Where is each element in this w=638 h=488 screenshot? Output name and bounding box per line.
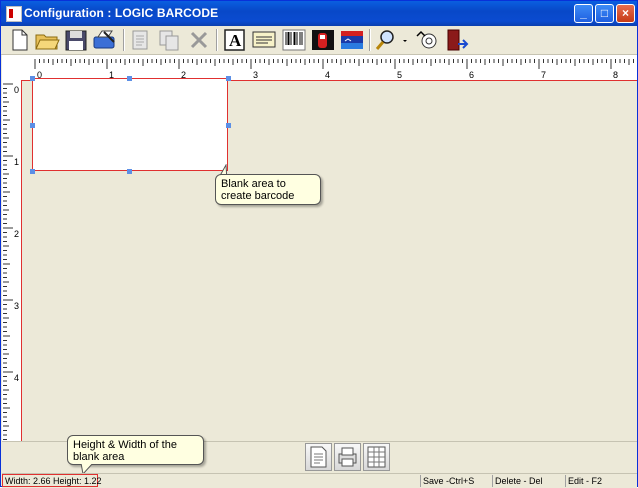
print-setup-icon (93, 30, 115, 49)
new-button[interactable] (7, 28, 33, 52)
title-bar[interactable]: Configuration : LOGIC BARCODE _ □ × (1, 1, 637, 26)
image-tool-icon (341, 31, 363, 49)
close-icon: × (621, 6, 629, 20)
status-delete-shortcut: Delete - Del (492, 475, 562, 487)
ruler-label: 0 (14, 85, 19, 95)
resize-handle-bottom-left[interactable] (30, 169, 35, 174)
toolbar-separator (216, 29, 218, 51)
text-tool-button[interactable]: A (222, 28, 248, 52)
svg-text:A: A (229, 31, 242, 50)
print-setup-button[interactable] (92, 28, 118, 52)
ruler-label: 2 (14, 229, 19, 239)
zoom-button[interactable] (374, 28, 407, 52)
print-preview-button[interactable] (334, 443, 361, 471)
blank-area-callout: Blank area to create barcode (215, 174, 321, 205)
graphic-tool-button[interactable] (310, 28, 336, 52)
pan-button[interactable] (414, 28, 440, 52)
resize-handle-right[interactable] (226, 123, 231, 128)
minimize-button[interactable]: _ (574, 4, 593, 23)
exit-button[interactable] (444, 28, 470, 52)
copy-button[interactable] (128, 28, 154, 52)
resize-handle-bottom[interactable] (127, 169, 132, 174)
zoom-icon (375, 30, 407, 50)
new-icon (12, 29, 28, 51)
blank-area-callout-text: Blank area to create barcode (221, 178, 295, 202)
save-button[interactable] (63, 28, 89, 52)
duplicate-button[interactable] (157, 28, 183, 52)
ruler-label: 7 (541, 70, 546, 80)
label-tool-icon (252, 31, 276, 48)
exit-door-icon (447, 29, 469, 51)
text-tool-icon: A (224, 29, 245, 51)
toolbar-separator (369, 29, 371, 51)
ruler-label: 6 (469, 70, 474, 80)
resize-handle-top[interactable] (127, 76, 132, 81)
delete-button[interactable] (186, 28, 212, 52)
vertical-ruler: 0 1 2 3 4 (2, 80, 22, 441)
status-save-shortcut: Save -Ctrl+S (420, 475, 490, 487)
page-view-button[interactable] (305, 443, 332, 471)
status-dimensions: Width: 2.66 Height: 1.22 (2, 474, 102, 487)
graphic-tool-icon (312, 30, 334, 50)
horizontal-ruler-scale: 012345678 (34, 59, 634, 80)
resize-handle-left[interactable] (30, 123, 35, 128)
status-edit-shortcut: Edit - F2 (565, 475, 635, 487)
toolbar-separator (123, 29, 125, 51)
ruler-label: 4 (14, 373, 19, 383)
image-tool-button[interactable] (339, 28, 365, 52)
dimensions-callout-text: Height & Width of the blank area (73, 439, 177, 463)
resize-handle-top-left[interactable] (30, 76, 35, 81)
hand-pan-icon (416, 30, 437, 49)
ruler-label: 3 (14, 301, 19, 311)
app-window: Configuration : LOGIC BARCODE _ □ × A 0 … (0, 0, 638, 488)
page-view-icon (310, 446, 327, 468)
barcode-tool-icon (282, 29, 306, 51)
close-button[interactable]: × (616, 4, 635, 23)
vertical-ruler-scale: 0 1 2 3 4 (3, 83, 19, 440)
grid-view-icon (367, 446, 386, 468)
print-preview-icon (338, 447, 357, 467)
copy-icon (132, 30, 148, 50)
delete-icon (190, 31, 208, 49)
grid-view-button[interactable] (363, 443, 390, 471)
minimize-icon: _ (580, 6, 587, 20)
maximize-button[interactable]: □ (595, 4, 614, 23)
dimensions-callout: Height & Width of the blank area (67, 435, 204, 465)
ruler-label: 3 (253, 70, 258, 80)
barcode-tool-button[interactable] (281, 28, 307, 52)
app-icon (6, 6, 22, 22)
ruler-label: 4 (325, 70, 330, 80)
ruler-label: 1 (14, 157, 19, 167)
blank-barcode-area[interactable] (32, 78, 228, 171)
open-button[interactable] (34, 28, 60, 52)
label-tool-button[interactable] (251, 28, 277, 52)
status-bar: Width: 2.66 Height: 1.22 Save -Ctrl+S De… (2, 473, 637, 488)
duplicate-icon (159, 30, 179, 51)
main-toolbar: A (1, 26, 637, 55)
ruler-label: 5 (397, 70, 402, 80)
save-disk-icon (65, 30, 87, 51)
resize-handle-top-right[interactable] (226, 76, 231, 81)
window-title: Configuration : LOGIC BARCODE (24, 6, 219, 20)
ruler-label: 8 (613, 70, 618, 80)
open-folder-icon (35, 34, 60, 50)
maximize-icon: □ (600, 6, 609, 20)
